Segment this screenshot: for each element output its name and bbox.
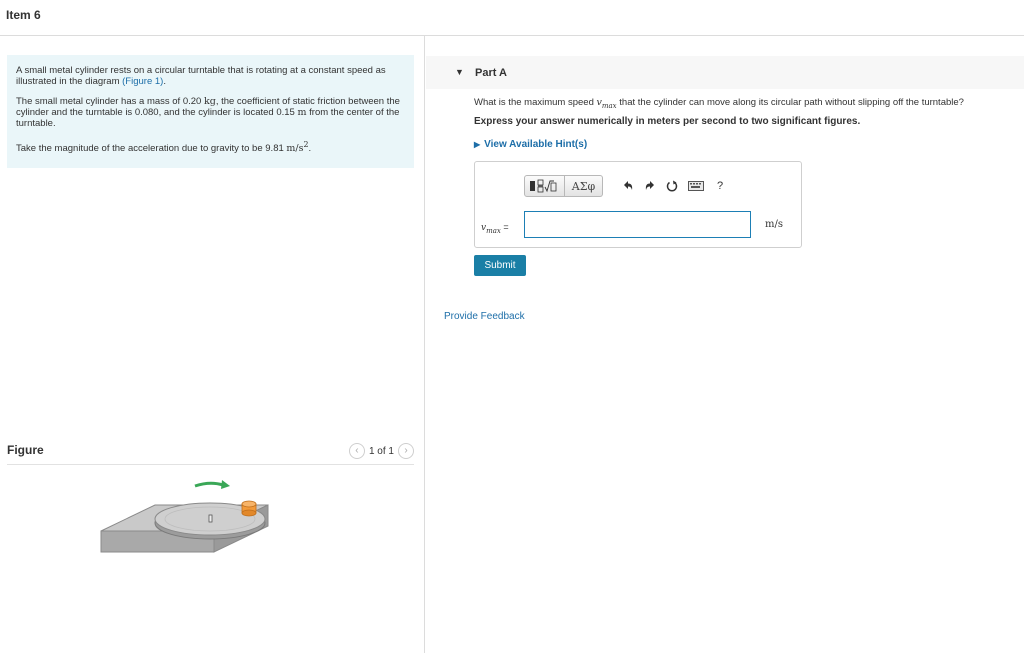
reset-icon[interactable]	[661, 175, 683, 197]
rotation-arrow-head	[221, 480, 230, 489]
figure-link[interactable]: (Figure 1)	[122, 76, 163, 87]
greek-symbols-icon[interactable]: ΑΣφ	[565, 175, 603, 197]
chevron-right-icon[interactable]: ›	[398, 443, 414, 459]
answer-input[interactable]	[524, 211, 751, 238]
help-icon[interactable]: ?	[709, 175, 731, 197]
distance-unit: m	[297, 107, 307, 118]
problem-text: A small metal cylinder rests on a circul…	[16, 65, 386, 87]
part-header[interactable]: ▼ Part A	[426, 56, 1024, 89]
metal-cylinder-top	[241, 500, 257, 508]
right-pane: ▼ Part A What is the maximum speed vmax …	[426, 36, 1024, 653]
redo-icon[interactable]	[639, 175, 661, 197]
problem-text: The small metal cylinder has a mass of 0…	[16, 96, 204, 107]
variable-subscript: max	[601, 101, 617, 110]
figure-header: Figure ‹ 1 of 1 ›	[7, 439, 414, 465]
gravity-unit: m/s	[286, 143, 304, 155]
turntable-spindle	[208, 514, 213, 523]
part-label[interactable]: Part A	[475, 67, 507, 79]
problem-paragraph-1: A small metal cylinder rests on a circul…	[16, 65, 404, 87]
answer-label: vmax =	[481, 222, 509, 235]
problem-text: .	[308, 143, 312, 155]
answer-variable-subscript: max	[486, 226, 501, 235]
caret-down-icon[interactable]: ▼	[455, 67, 464, 77]
turntable-figure	[100, 480, 269, 553]
figure-label: Figure	[7, 443, 44, 457]
pager-text: 1 of 1	[368, 445, 394, 457]
chevron-left-icon[interactable]: ‹	[348, 443, 365, 459]
instruction-text: Express your answer numerically in meter…	[474, 116, 861, 127]
problem-text: .	[163, 76, 166, 87]
equals-sign: =	[500, 222, 509, 232]
answer-unit: m/s	[765, 219, 783, 230]
metal-cylinder-bottom	[241, 509, 257, 517]
answer-box: ΑΣφ ? vmax = m/s	[474, 161, 802, 248]
templates-icon[interactable]	[524, 175, 565, 197]
mass-unit: kg	[203, 96, 216, 107]
undo-icon[interactable]	[617, 175, 639, 197]
problem-text: Take the magnitude of the acceleration d…	[16, 143, 287, 155]
question-part: What is the maximum speed	[474, 97, 597, 108]
view-hints-link[interactable]: ▶ View Available Hint(s)	[474, 139, 587, 150]
provide-feedback-link[interactable]: Provide Feedback	[444, 311, 525, 322]
caret-right-icon: ▶	[474, 140, 481, 149]
question-part: that the cylinder can move along its cir…	[616, 97, 964, 108]
math-toolbar: ΑΣφ ?	[524, 175, 731, 197]
top-bar: Item 6	[0, 0, 1024, 36]
problem-statement: A small metal cylinder rests on a circul…	[7, 55, 414, 168]
item-title: Item 6	[6, 8, 41, 22]
problem-paragraph-3: Take the magnitude of the acceleration d…	[16, 139, 404, 154]
keyboard-icon[interactable]	[683, 175, 709, 197]
submit-button[interactable]: Submit	[474, 255, 526, 276]
problem-paragraph-2: The small metal cylinder has a mass of 0…	[16, 96, 404, 129]
rotation-arrow	[194, 481, 224, 488]
question-text: What is the maximum speed vmax that the …	[474, 97, 964, 110]
figure-pager: ‹ 1 of 1 ›	[348, 443, 414, 459]
hints-label: View Available Hint(s)	[484, 139, 588, 150]
